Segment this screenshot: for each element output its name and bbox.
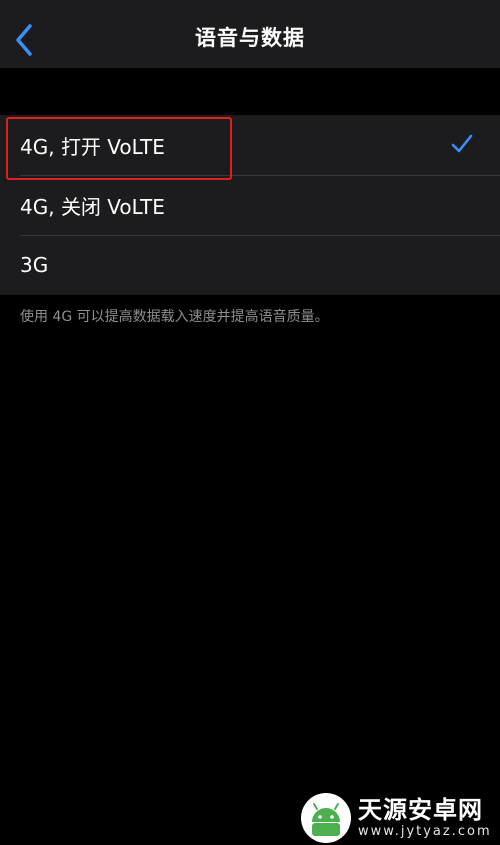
watermark-text: 天源安卓网 www.jytyaz.com (358, 796, 492, 840)
android-logo-icon (301, 792, 351, 843)
option-label: 3G (20, 253, 49, 277)
page-title: 语音与数据 (195, 26, 305, 50)
screen: 语音与数据 4G, 打开 VoLTE 4G, 关闭 VoLTE 3G 使用 4G… (0, 0, 500, 845)
network-options-list: 4G, 打开 VoLTE 4G, 关闭 VoLTE 3G (0, 115, 500, 295)
watermark-url: www.jytyaz.com (358, 823, 492, 839)
watermark-brand: 天源安卓网 (358, 795, 483, 824)
navigation-bar: 语音与数据 (0, 0, 500, 68)
watermark: 天源安卓网 www.jytyaz.com (300, 790, 500, 845)
checkmark-icon (451, 134, 473, 153)
option-4g-volte-off[interactable]: 4G, 关闭 VoLTE (0, 175, 500, 235)
footer-note: 使用 4G 可以提高数据载入速度并提高语音质量。 (20, 309, 329, 325)
option-3g[interactable]: 3G (0, 235, 500, 295)
option-label: 4G, 打开 VoLTE (20, 134, 165, 159)
option-label: 4G, 关闭 VoLTE (20, 194, 165, 219)
option-4g-volte-on[interactable]: 4G, 打开 VoLTE (0, 115, 500, 175)
